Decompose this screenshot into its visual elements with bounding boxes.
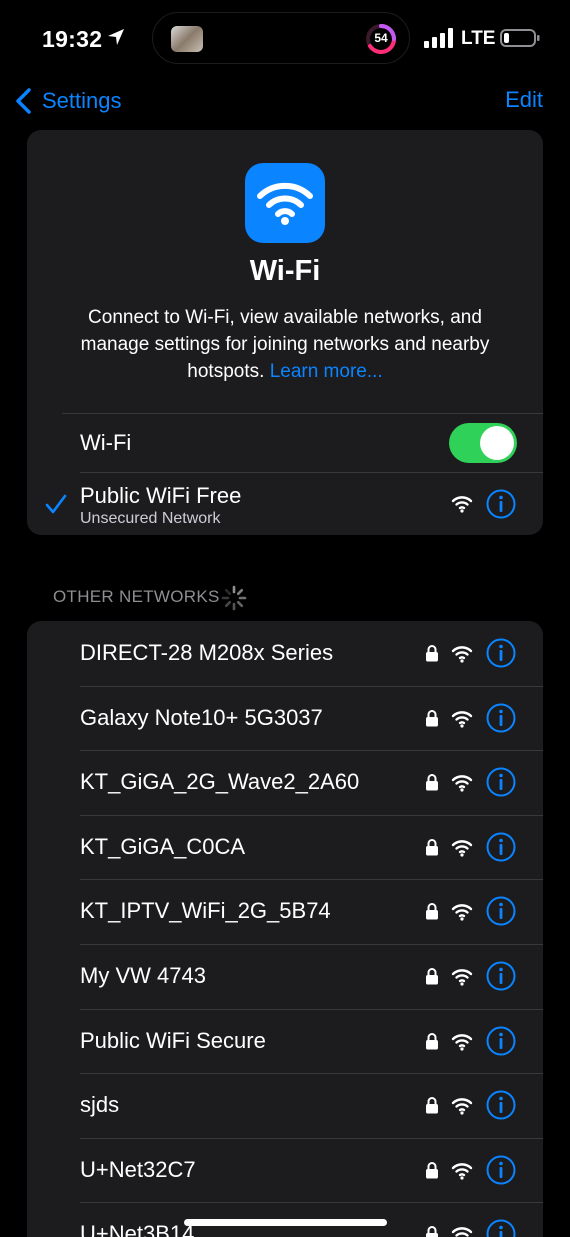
network-row[interactable]: KT_GiGA_C0CA — [27, 814, 543, 880]
divider — [80, 1073, 543, 1075]
home-indicator[interactable] — [184, 1219, 387, 1226]
lock-icon — [425, 1032, 439, 1050]
lock-icon — [425, 902, 439, 920]
info-icon[interactable] — [486, 489, 516, 519]
status-time: 19:32 — [42, 26, 103, 52]
checkmark-icon — [45, 494, 67, 514]
network-row[interactable]: My VW 4743 — [27, 944, 543, 1009]
carrier-label: LTE — [461, 28, 496, 49]
wifi-signal-icon — [451, 774, 473, 792]
now-playing-thumbnail — [171, 26, 203, 52]
header-description: Connect to Wi-Fi, view available network… — [57, 304, 513, 385]
location-arrow-icon — [108, 29, 124, 45]
wifi-signal-icon — [451, 710, 473, 728]
network-row[interactable]: sjds — [27, 1073, 543, 1138]
connected-network-name: Public WiFi Free — [80, 483, 242, 508]
loading-spinner-icon — [221, 585, 247, 611]
network-row[interactable]: Galaxy Note10+ 5G3037 — [27, 685, 543, 751]
island-count: 54 — [374, 31, 388, 45]
lock-icon — [425, 709, 439, 727]
divider — [80, 1008, 543, 1010]
network-name: KT_GiGA_2G_Wave2_2A60 — [80, 769, 360, 795]
other-networks-list: DIRECT-28 M208x Series Galaxy Note10+ 5G3… — [27, 621, 543, 1237]
wifi-signal-icon — [451, 1033, 473, 1051]
wifi-signal-icon — [451, 1162, 473, 1180]
wifi-signal-icon — [451, 645, 473, 663]
other-networks-header: OTHER NETWORKS — [53, 587, 220, 606]
network-row[interactable]: KT_GiGA_2G_Wave2_2A60 — [27, 750, 543, 815]
connected-network-row[interactable]: Public WiFi Free Unsecured Network — [27, 473, 543, 535]
dynamic-island[interactable]: 54 — [152, 12, 410, 64]
wifi-signal-icon — [451, 839, 473, 857]
cellular-signal-icon — [424, 28, 453, 48]
wifi-icon — [257, 182, 313, 225]
lock-icon — [425, 838, 439, 856]
wifi-toggle-row: Wi-Fi — [27, 414, 543, 472]
network-name: sjds — [80, 1092, 120, 1118]
network-row[interactable]: DIRECT-28 M208x Series — [27, 621, 543, 686]
learn-more-link[interactable]: Learn more... — [270, 361, 383, 382]
wifi-toggle[interactable] — [449, 423, 517, 463]
info-icon[interactable] — [486, 896, 516, 926]
wifi-signal-icon — [451, 968, 473, 986]
wifi-signal-icon — [451, 1226, 473, 1237]
info-icon[interactable] — [486, 1155, 516, 1185]
info-icon[interactable] — [486, 638, 516, 668]
wifi-signal-icon — [451, 1097, 473, 1115]
edit-button[interactable]: Edit — [505, 87, 543, 113]
navigation-bar: Settings Edit — [0, 78, 570, 130]
back-button[interactable]: Settings — [14, 86, 122, 116]
info-icon[interactable] — [486, 1026, 516, 1056]
divider — [80, 750, 543, 752]
divider — [80, 814, 543, 816]
page-title: Wi-Fi — [249, 255, 321, 287]
wifi-signal-icon — [451, 903, 473, 921]
wifi-signal-icon — [451, 496, 473, 513]
network-name: Galaxy Note10+ 5G3037 — [80, 704, 323, 730]
divider — [80, 1202, 543, 1204]
network-name: Public WiFi Secure — [80, 1027, 266, 1053]
network-name: KT_GiGA_C0CA — [80, 833, 246, 859]
wifi-header-card: Wi-Fi Connect to Wi-Fi, view available n… — [27, 130, 543, 535]
divider — [80, 1137, 543, 1139]
info-icon[interactable] — [486, 1090, 516, 1120]
lock-icon — [425, 1225, 439, 1237]
divider — [80, 944, 543, 945]
battery-icon — [500, 29, 540, 47]
chevron-left-icon — [16, 88, 31, 114]
network-row[interactable]: KT_IPTV_WiFi_2G_5B74 — [27, 879, 543, 944]
network-name: U+Net32C7 — [80, 1156, 196, 1182]
connected-network-security: Unsecured Network — [80, 510, 221, 527]
network-row[interactable]: U+Net32C7 — [27, 1137, 543, 1203]
wifi-toggle-label: Wi-Fi — [80, 430, 132, 455]
network-name: KT_IPTV_WiFi_2G_5B74 — [80, 898, 331, 924]
lock-icon — [425, 644, 439, 662]
wifi-app-icon — [245, 163, 325, 243]
info-icon[interactable] — [486, 767, 516, 797]
lock-icon — [425, 1161, 439, 1179]
toggle-knob — [480, 426, 514, 460]
lock-icon — [425, 773, 439, 791]
info-icon[interactable] — [486, 961, 516, 991]
network-name: U+Net3B14 — [80, 1221, 195, 1237]
lock-icon — [425, 967, 439, 985]
back-label: Settings — [42, 88, 122, 113]
divider — [80, 879, 543, 881]
info-icon[interactable] — [486, 1219, 516, 1237]
network-name: My VW 4743 — [80, 963, 206, 988]
info-icon[interactable] — [486, 703, 516, 733]
lock-icon — [425, 1096, 439, 1114]
network-name: DIRECT-28 M208x Series — [80, 640, 334, 665]
network-row[interactable]: Public WiFi Secure — [27, 1008, 543, 1074]
info-icon[interactable] — [486, 832, 516, 862]
status-bar: 19:32 54 LTE — [0, 0, 570, 78]
divider — [80, 685, 543, 687]
